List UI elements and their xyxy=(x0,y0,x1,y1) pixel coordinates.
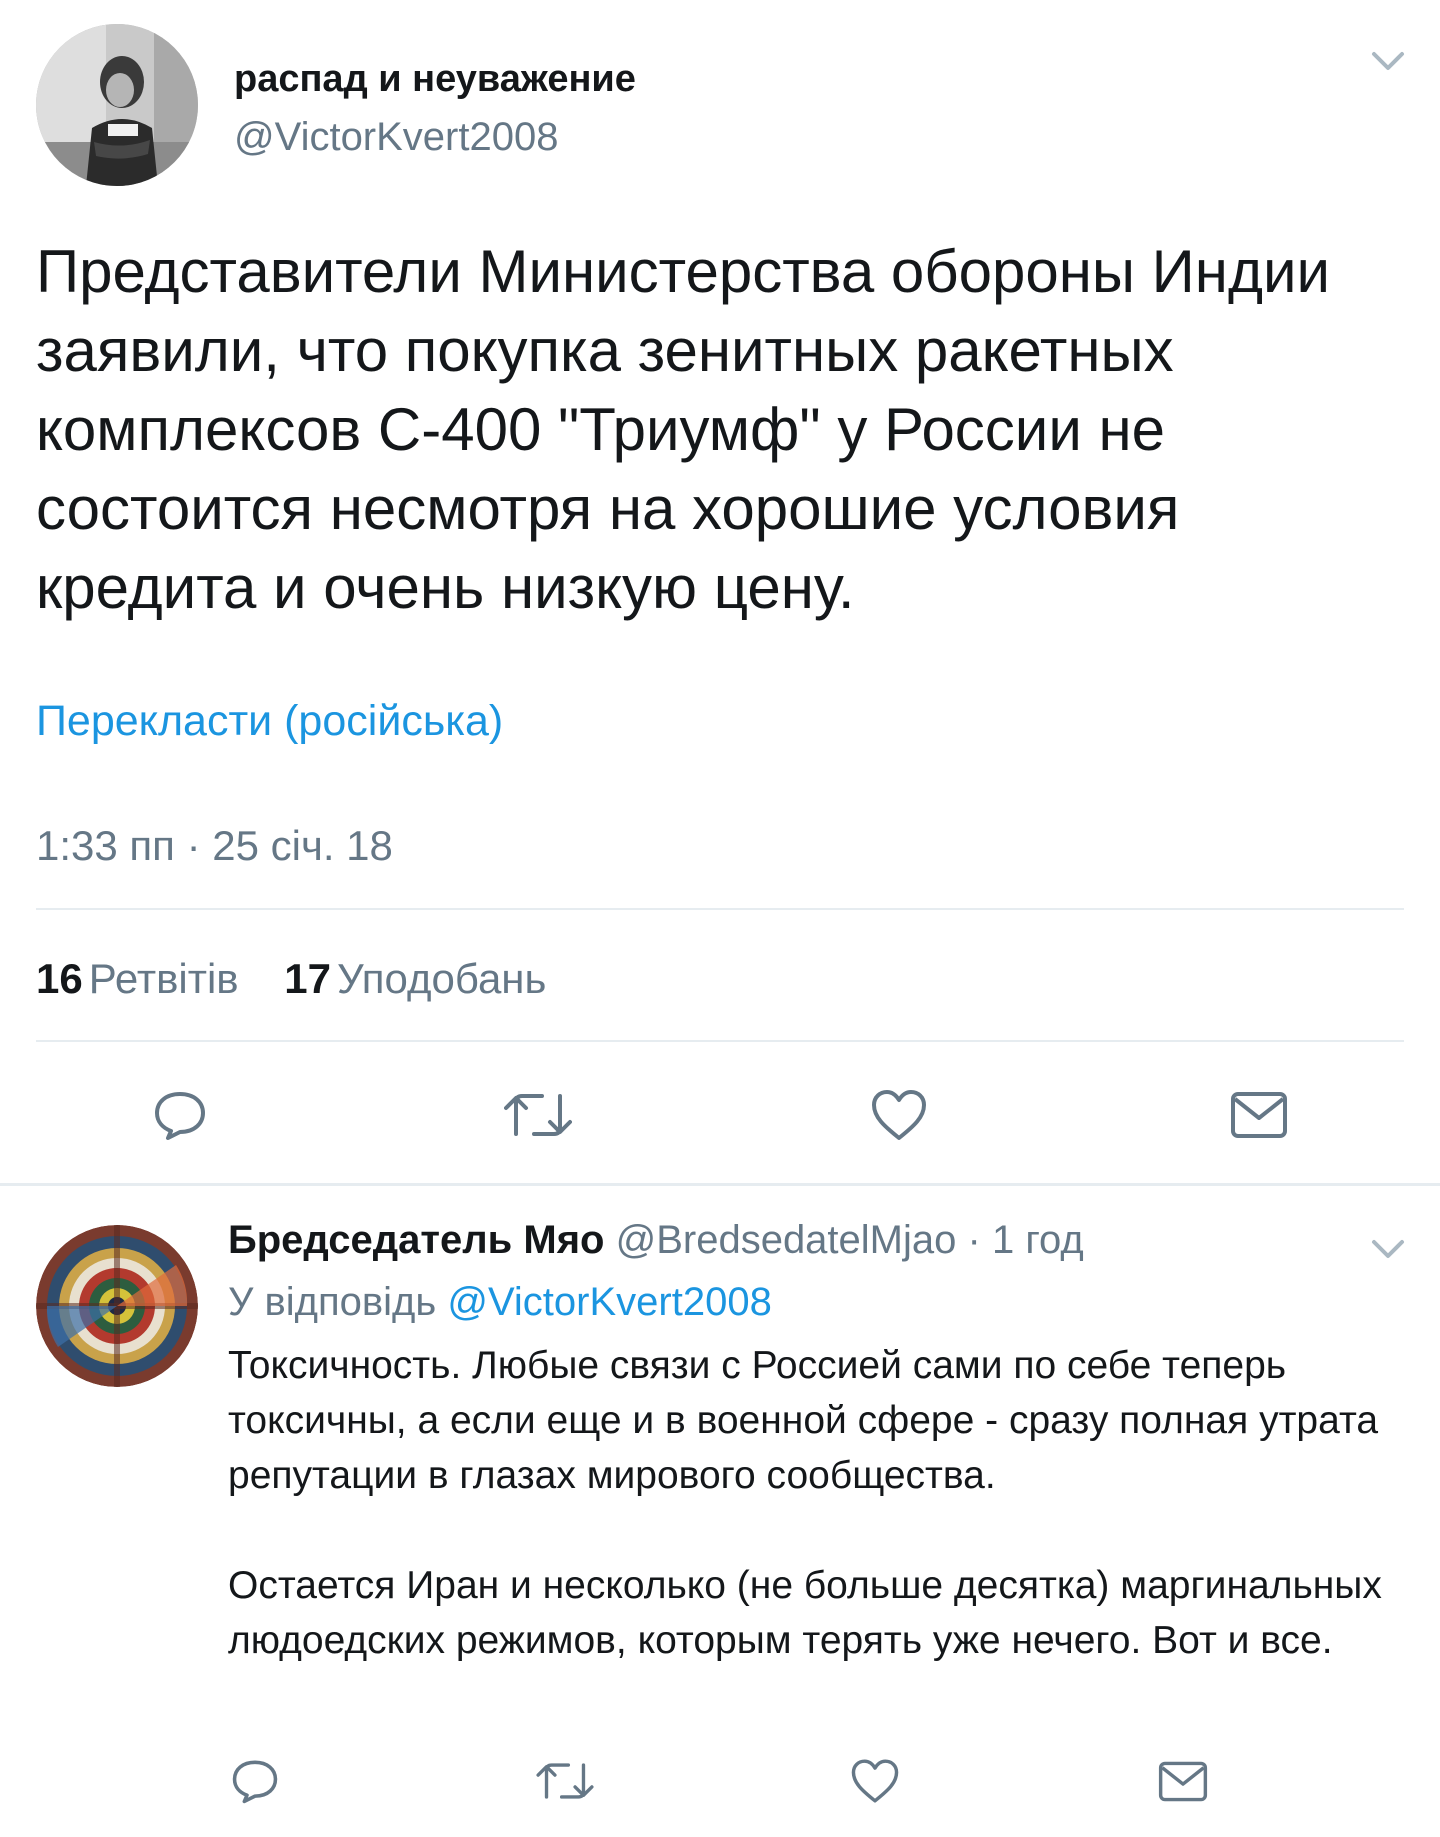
envelope-icon xyxy=(1231,1092,1287,1138)
tweet-text: Представители Министерства обороны Индии… xyxy=(36,238,1330,621)
retweets-count: 16 xyxy=(36,955,83,1002)
reply-time[interactable]: 1 год xyxy=(992,1218,1084,1262)
reply-menu-button[interactable] xyxy=(1368,1236,1408,1262)
reply-icon xyxy=(232,1760,278,1804)
reply-to-handle[interactable]: @VictorKvert2008 xyxy=(447,1280,771,1324)
reply-paragraph: Остается Иран и несколько (не больше дес… xyxy=(228,1564,1382,1662)
share-button[interactable] xyxy=(1230,1090,1288,1140)
translate-link[interactable]: Перекласти (російська) xyxy=(36,697,503,746)
divider xyxy=(36,1040,1404,1042)
retweet-icon xyxy=(504,1094,572,1136)
chevron-down-icon xyxy=(1372,52,1404,70)
likes-count: 17 xyxy=(284,955,332,1002)
likes-label: Уподобань xyxy=(337,955,547,1002)
retweets-label: Ретвітів xyxy=(88,955,239,1002)
reply-like-button[interactable] xyxy=(850,1757,900,1805)
heart-icon xyxy=(851,1759,899,1803)
reply-button[interactable] xyxy=(152,1088,208,1142)
chevron-down-icon xyxy=(1372,1240,1404,1258)
reply-reply-button[interactable] xyxy=(230,1757,280,1805)
reply-separator: · xyxy=(967,1218,981,1262)
tweet-timestamp[interactable]: 1:33 пп · 25 січ. 18 xyxy=(36,822,393,870)
reply-author-avatar[interactable] xyxy=(36,1225,198,1387)
retweets-stat[interactable]: 16 Ретвітів xyxy=(36,955,239,1003)
retweet-button[interactable] xyxy=(504,1090,572,1140)
like-button[interactable] xyxy=(870,1088,928,1142)
reply-avatar-image xyxy=(36,1225,198,1387)
reply-author-handle[interactable]: @BredsedatelMjao xyxy=(616,1218,957,1262)
author-avatar[interactable] xyxy=(36,24,198,186)
reply-to-line: У відповідь @VictorKvert2008 xyxy=(228,1280,772,1325)
reply-paragraph: Токсичность. Любые связи с Россией сами … xyxy=(228,1344,1379,1497)
section-divider xyxy=(0,1183,1440,1186)
retweet-icon xyxy=(536,1763,594,1799)
author-avatar-photo xyxy=(36,24,198,186)
tweet-stats: 16 Ретвітів 17 Уподобань xyxy=(36,955,580,1003)
reply-icon xyxy=(155,1092,205,1140)
divider xyxy=(36,908,1404,910)
reply-share-button[interactable] xyxy=(1158,1760,1208,1803)
tweet-menu-button[interactable] xyxy=(1368,48,1408,74)
heart-icon xyxy=(872,1090,926,1140)
reply-header: Бредседатель Мяо @BredsedatelMjao · 1 го… xyxy=(228,1218,1084,1263)
reply-text: Токсичность. Любые связи с Россией сами … xyxy=(228,1338,1418,1668)
likes-stat[interactable]: 17 Уподобань xyxy=(284,955,546,1003)
reply-retweet-button[interactable] xyxy=(536,1760,594,1802)
author-handle[interactable]: @VictorKvert2008 xyxy=(234,115,558,160)
reply-author-name[interactable]: Бредседатель Мяо xyxy=(228,1218,604,1262)
author-name[interactable]: распад и неуважение xyxy=(234,58,636,101)
envelope-icon xyxy=(1158,1761,1208,1802)
reply-to-prefix: У відповідь xyxy=(228,1280,437,1324)
